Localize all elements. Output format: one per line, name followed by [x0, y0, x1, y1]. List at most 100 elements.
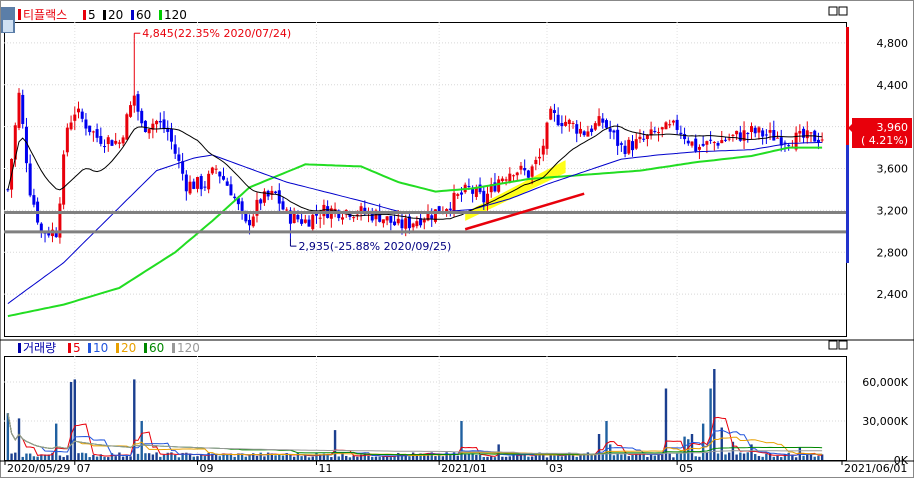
volume-bar	[367, 455, 370, 460]
candle-body	[162, 119, 166, 130]
candle-body	[184, 174, 188, 192]
candle-body	[143, 120, 147, 132]
volume-bar	[84, 453, 88, 460]
volume-bar	[140, 421, 143, 460]
volume-bar	[330, 457, 333, 460]
volume-bar	[612, 455, 616, 460]
volume-bar	[545, 457, 549, 460]
volume-bar	[17, 418, 21, 460]
ma-legend-swatch	[131, 10, 134, 20]
window-close-button[interactable]	[838, 6, 848, 16]
volume-legend-label: 120	[177, 341, 200, 355]
volume-bar	[411, 452, 415, 460]
volume-bar	[32, 456, 36, 460]
volume-bar	[54, 423, 58, 460]
candle-body	[430, 215, 434, 219]
candle-body	[578, 128, 582, 134]
volume-bar	[296, 452, 300, 460]
candle-body	[556, 114, 560, 126]
volume-bar	[813, 456, 816, 460]
candle-body	[285, 209, 289, 211]
price-tick-label: 3,600	[877, 163, 909, 176]
volume-tick-label: 60,000K	[862, 376, 908, 389]
volume-bar	[434, 456, 437, 460]
volume-bar	[348, 457, 352, 460]
volume-bar	[802, 455, 805, 460]
candle-body	[738, 132, 742, 141]
volume-bar	[214, 454, 218, 460]
candle-body	[567, 119, 571, 125]
candle-body	[746, 132, 750, 135]
volume-close-button[interactable]	[838, 340, 848, 350]
volume-bar	[441, 456, 445, 460]
candle-body	[188, 181, 192, 194]
volume-bar	[694, 456, 697, 460]
candle-body	[530, 166, 534, 177]
candle-body	[697, 146, 701, 150]
volume-bar	[207, 452, 210, 460]
candle-body	[519, 165, 523, 170]
volume-bar	[114, 456, 117, 460]
volume-bar	[653, 455, 657, 460]
volume-legend-swatch	[116, 343, 119, 353]
candle-body	[80, 111, 84, 119]
volume-bar	[151, 454, 155, 460]
volume-bar	[259, 452, 262, 460]
volume-bar	[594, 454, 597, 460]
candle-body	[207, 173, 211, 190]
candle-body	[575, 124, 579, 134]
volume-bar	[523, 454, 526, 460]
candle-body	[17, 92, 21, 128]
candle-body	[177, 154, 181, 161]
candle-body	[352, 217, 356, 219]
candle-body	[91, 131, 95, 133]
volume-bar	[817, 456, 820, 460]
volume-legend-swatch	[88, 343, 91, 353]
candle-body	[627, 139, 631, 154]
volume-bar	[263, 456, 266, 460]
volume-bar	[356, 456, 359, 460]
candle-body	[668, 124, 672, 126]
candle-body	[504, 179, 508, 181]
candle-body	[541, 145, 545, 155]
candle-body	[229, 184, 233, 196]
price-tick-label: 4,800	[877, 37, 909, 50]
candle-body	[314, 213, 318, 216]
volume-bar	[378, 456, 381, 460]
candle-body	[385, 216, 389, 221]
volume-bar	[233, 456, 236, 460]
candle-body	[21, 94, 25, 124]
volume-bar	[21, 456, 24, 460]
volume-bar	[10, 453, 13, 460]
volume-bar	[727, 452, 731, 460]
candle-body	[459, 192, 463, 195]
volume-bar	[739, 452, 742, 460]
candle-body	[512, 175, 516, 177]
x-tick-label: 07	[77, 462, 91, 475]
volume-bar	[527, 456, 530, 460]
price-tick-label: 2,400	[877, 288, 909, 301]
volume-bar	[300, 456, 303, 460]
candle-body	[631, 141, 635, 151]
candle-body	[117, 142, 121, 144]
volume-bar	[746, 452, 749, 460]
candle-body	[664, 122, 668, 130]
volume-bar	[36, 456, 39, 460]
candle-body	[292, 212, 296, 224]
candle-body	[642, 138, 646, 140]
volume-legend-swatch	[144, 343, 147, 353]
volume-bar	[490, 456, 493, 460]
volume-bar	[560, 456, 564, 460]
volume-bar	[761, 456, 764, 460]
volume-bar	[482, 457, 485, 460]
volume-bar	[471, 453, 474, 460]
price-tick-label: 2,800	[877, 246, 909, 259]
ma-legend-label: 5	[88, 8, 96, 22]
volume-bar	[705, 452, 709, 460]
volume-bar	[809, 454, 813, 460]
candle-body	[623, 145, 627, 155]
candle-body	[604, 120, 608, 128]
volume-minimize-button[interactable]	[828, 340, 838, 350]
window-minimize-button[interactable]	[828, 6, 838, 16]
candle-body	[601, 118, 605, 123]
